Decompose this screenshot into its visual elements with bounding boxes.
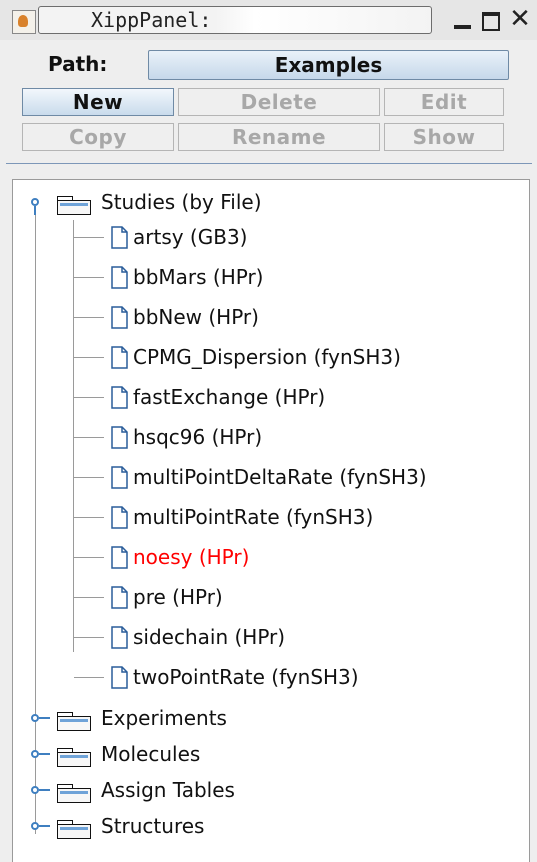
tree-line (74, 357, 104, 358)
collapse-toggle-icon[interactable] (31, 714, 50, 722)
collapse-toggle-icon[interactable] (31, 786, 50, 794)
minimize-icon[interactable] (452, 8, 474, 32)
tree-panel[interactable]: Studies (by File) artsy (GB3) bbMars (HPr… (12, 179, 530, 862)
document-icon (111, 626, 128, 649)
tree-line (74, 637, 104, 638)
copy-button[interactable]: Copy (22, 123, 174, 151)
document-icon (111, 466, 128, 489)
tree-line (74, 397, 104, 398)
tree-node-label: Assign Tables (101, 778, 235, 802)
tree-item-label: multiPointRate (fynSH3) (133, 505, 374, 529)
tree-line (74, 677, 104, 678)
tree-item-label: noesy (HPr) (133, 545, 250, 569)
folder-icon (57, 748, 93, 768)
collapse-toggle-icon[interactable] (31, 750, 50, 758)
tree-node-label: Molecules (101, 742, 201, 766)
tree-node-label: Studies (by File) (101, 190, 262, 214)
document-icon (111, 586, 128, 609)
tree-node-label: Experiments (101, 706, 227, 730)
expand-toggle-icon[interactable] (31, 198, 39, 215)
document-icon (111, 346, 128, 369)
tree-line (74, 277, 104, 278)
window-title-bar[interactable]: XippPanel: ✕ (0, 0, 537, 40)
close-icon[interactable]: ✕ (506, 6, 534, 32)
document-icon (111, 266, 128, 289)
tree-item-label: artsy (GB3) (133, 225, 248, 249)
tree-node-label: Structures (101, 814, 205, 838)
tree-line (74, 317, 104, 318)
tree-item-label: twoPointRate (fynSH3) (133, 665, 359, 689)
edit-button[interactable]: Edit (384, 88, 504, 116)
document-icon (111, 426, 128, 449)
tree-item-label: pre (HPr) (133, 585, 223, 609)
tree-line (74, 437, 104, 438)
tree-line (74, 237, 104, 238)
java-app-icon[interactable] (12, 10, 36, 34)
delete-button[interactable]: Delete (178, 88, 380, 116)
tree-item-label: sidechain (HPr) (133, 625, 286, 649)
separator (6, 163, 532, 164)
folder-icon (57, 712, 93, 732)
document-icon (111, 666, 128, 689)
rename-button[interactable]: Rename (178, 123, 380, 151)
tree-item-label: fastExchange (HPr) (133, 385, 326, 409)
tree-line (74, 597, 104, 598)
path-button[interactable]: Examples (148, 50, 509, 80)
tree-item-label: bbNew (HPr) (133, 305, 259, 329)
window-title: XippPanel: (38, 6, 432, 34)
folder-icon (57, 196, 93, 216)
tree-line (73, 220, 74, 652)
tree-item-label: bbMars (HPr) (133, 265, 264, 289)
tree-line (74, 557, 104, 558)
show-button[interactable]: Show (384, 123, 504, 151)
collapse-toggle-icon[interactable] (31, 822, 50, 830)
folder-icon (57, 784, 93, 804)
maximize-icon[interactable] (480, 8, 502, 32)
folder-icon (57, 820, 93, 840)
tree-item-label: multiPointDeltaRate (fynSH3) (133, 465, 427, 489)
document-icon (111, 226, 128, 249)
tree-item-label: hsqc96 (HPr) (133, 425, 263, 449)
document-icon (111, 506, 128, 529)
document-icon (111, 386, 128, 409)
tree-item-label: CPMG_Dispersion (fynSH3) (133, 345, 401, 369)
tree-line (74, 517, 104, 518)
path-label: Path: (48, 52, 108, 76)
tree-line (35, 210, 36, 834)
tree-line (74, 477, 104, 478)
document-icon (111, 306, 128, 329)
document-icon (111, 546, 128, 569)
new-button[interactable]: New (22, 88, 174, 116)
